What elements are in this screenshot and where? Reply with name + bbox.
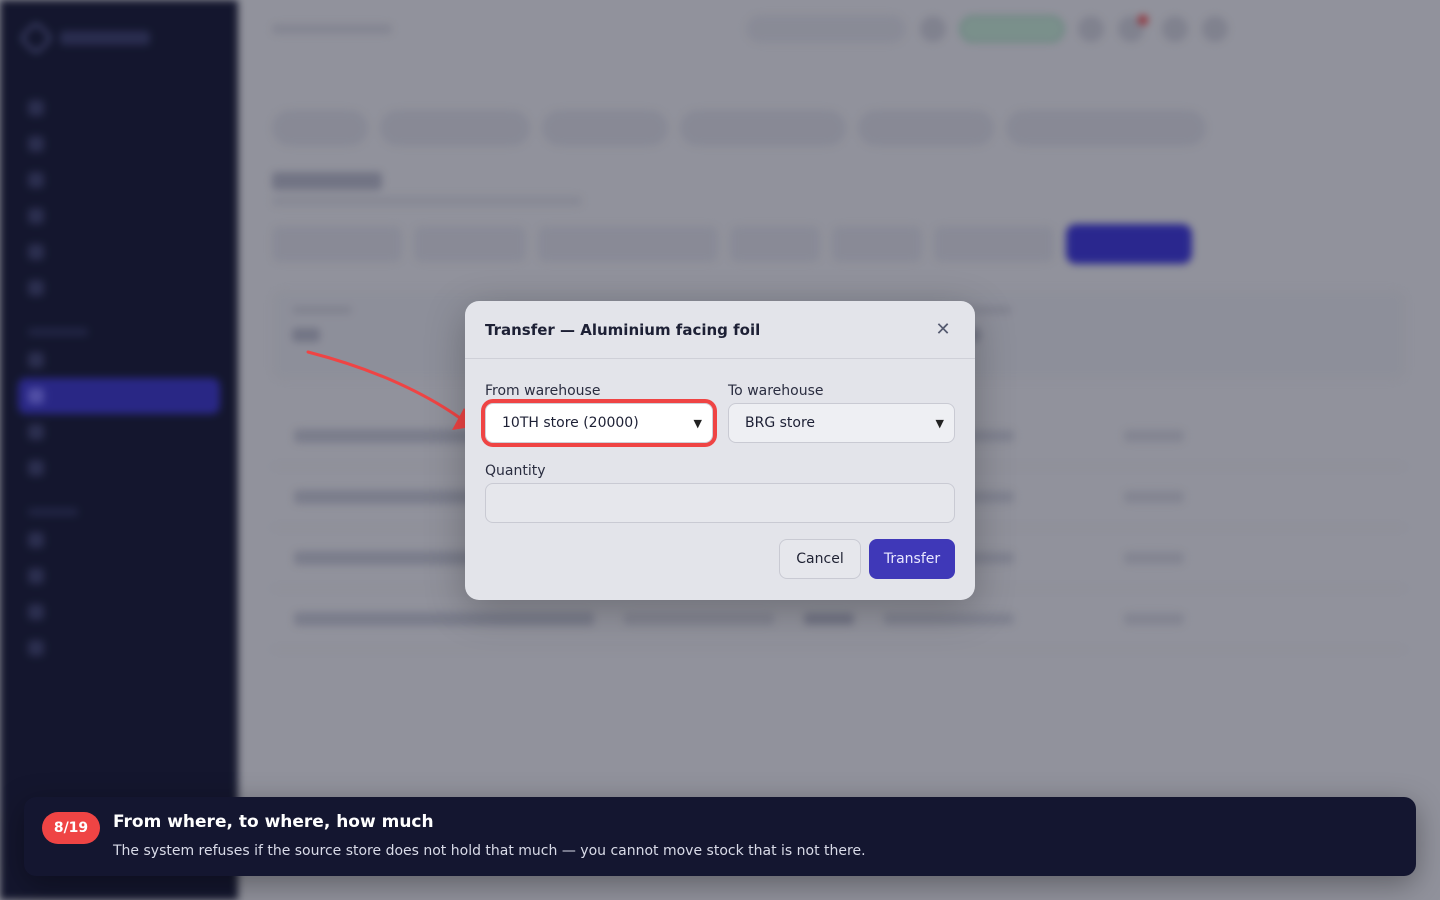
from-warehouse-label: From warehouse xyxy=(485,383,601,399)
modal-header: Transfer — Aluminium facing foil ✕ xyxy=(465,301,975,359)
quantity-label: Quantity xyxy=(485,463,546,479)
tour-description: The system refuses if the source store d… xyxy=(113,843,866,859)
to-warehouse-select[interactable]: BRG store ▼ xyxy=(728,403,955,443)
quantity-input[interactable] xyxy=(485,483,955,523)
transfer-button[interactable]: Transfer xyxy=(869,539,955,579)
step-badge: 8/19 xyxy=(42,812,100,844)
to-warehouse-label: To warehouse xyxy=(728,383,824,399)
chevron-down-icon: ▼ xyxy=(693,416,702,430)
modal-title: Transfer — Aluminium facing foil xyxy=(485,320,761,339)
from-warehouse-select[interactable]: 10TH store (20000) ▼ xyxy=(485,403,713,443)
to-warehouse-value: BRG store xyxy=(745,415,816,431)
chevron-down-icon: ▼ xyxy=(935,416,944,430)
pointer-arrow-icon xyxy=(306,350,478,430)
tour-banner: 8/19 From where, to where, how much The … xyxy=(24,797,1416,876)
from-warehouse-value: 10TH store (20000) xyxy=(502,415,639,431)
cancel-button[interactable]: Cancel xyxy=(779,539,861,579)
tour-title: From where, to where, how much xyxy=(113,812,434,832)
transfer-modal: Transfer — Aluminium facing foil ✕ From … xyxy=(465,301,975,600)
close-icon[interactable]: ✕ xyxy=(933,319,953,340)
